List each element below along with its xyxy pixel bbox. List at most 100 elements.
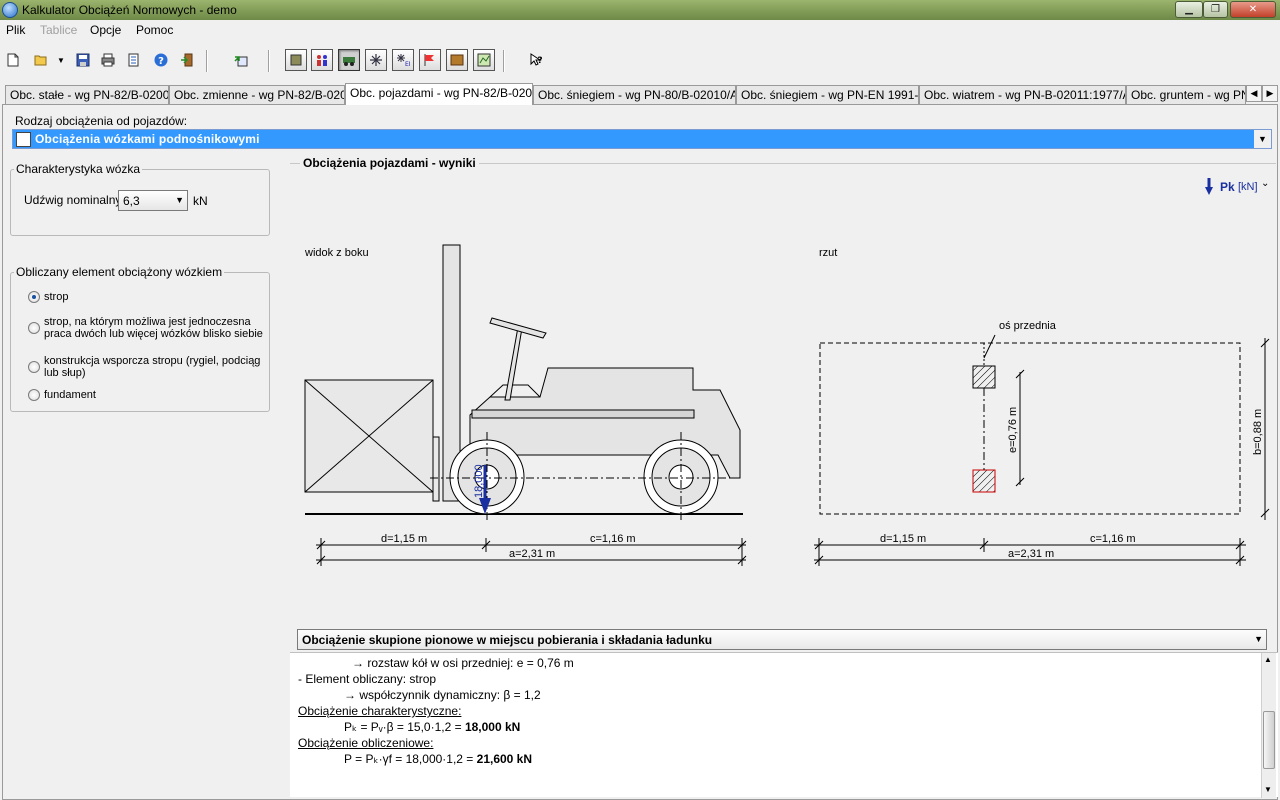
load-type-select[interactable]: Obciążenie skupione pionowe w miejscu po… [297,629,1267,650]
close-button[interactable]: ✕ [1230,1,1276,18]
radio-foundation[interactable] [28,389,40,401]
view-button-snow[interactable] [365,49,387,71]
menu-plik[interactable]: Plik [6,23,25,37]
chevron-down-icon: ▼ [175,195,184,205]
open-button[interactable] [30,49,52,71]
forklift-drawing: widok z boku rzut 18,000 d=1,15 m c=1,16… [304,244,1270,566]
scroll-thumb[interactable] [1263,711,1275,769]
plan-a-label: a=2,31 m [1008,548,1054,560]
calculation-panel[interactable]: → rozstaw kół w osi przedniej: e = 0,76 … [290,652,1278,798]
menu-pomoc[interactable]: Pomoc [136,23,173,37]
plan-b-label: b=0,88 m [1252,409,1264,455]
calc-line-dynamic-factor: → współczynnik dynamiczny: β = 1,2 [344,688,541,702]
save-button[interactable] [72,49,94,71]
plan-c-label: c=1,16 m [1090,533,1136,545]
tab-scroll-left[interactable]: ◀ [1246,85,1262,102]
window-title: Kalkulator Obciążeń Normowych - demo [22,3,237,17]
help-button[interactable]: ? [150,49,172,71]
wind-flag-icon [424,54,434,66]
people-icon [317,55,327,66]
results-title: Obciążenia pojazdami - wyniki [300,156,479,170]
scroll-up-icon[interactable]: ▲ [1264,655,1272,664]
radio-strop-multi[interactable] [28,322,40,334]
printer-icon [101,53,115,67]
layers-icon [290,54,302,66]
capacity-label: Udźwig nominalny [24,193,122,207]
snowflake-en-icon: EN [397,54,410,67]
view-button-1[interactable] [285,49,307,71]
new-button[interactable] [2,49,24,71]
calc-heading-design: Obciążenie obliczeniowe: [298,736,434,750]
vehicle-icon [343,57,355,66]
vehicle-type-select[interactable]: Obciążenia wózkami podnośnikowymi ▼ [12,129,1272,149]
new-document-icon [7,53,19,67]
toolbar-separator [206,50,208,72]
plan-view-label: rzut [819,247,837,259]
map-icon [477,53,491,67]
calc-line-design: P = Pₖ·γf = 18,000·1,2 = 21,600 kN [344,752,532,766]
radio-strop-label[interactable]: strop [44,291,68,303]
open-dropdown-icon[interactable]: ▼ [57,56,65,65]
tab-vehicle-load[interactable]: Obc. pojazdami - wg PN-82/B-02004 [345,83,533,105]
svg-text:EN: EN [405,61,410,67]
pointer-help-icon: ? [530,53,543,66]
view-button-2[interactable] [311,49,333,71]
maximize-button[interactable]: ❐ [1203,1,1228,18]
soil-icon [450,54,464,66]
context-help-button[interactable]: ? [526,49,548,71]
snowflake-icon [370,54,382,66]
tab-snow-en[interactable]: Obc. śniegiem - wg PN-EN 1991-1-3 [736,85,919,104]
scroll-down-icon[interactable]: ▼ [1264,785,1272,794]
calc-design-result: 21,600 kN [476,752,533,766]
view-button-vehicles[interactable] [338,49,360,71]
tab-snow-pn[interactable]: Obc. śniegiem - wg PN-80/B-02010/Az1 [533,85,736,104]
folder-icon [34,55,47,66]
calc-scrollbar[interactable]: ▲ ▼ [1261,653,1276,798]
radio-strop[interactable] [28,291,40,303]
app-icon [2,2,18,18]
side-c-label: c=1,16 m [590,533,636,545]
capacity-unit: kN [193,194,208,208]
chevron-down-icon: ⌄ [1261,178,1270,189]
side-a-label: a=2,31 m [509,548,555,560]
calc-heading-characteristic: Obciążenie charakterystyczne: [298,704,462,718]
preview-icon [128,53,139,67]
minimize-button[interactable]: ▁ [1175,1,1203,18]
view-button-snow-en[interactable]: EN [392,49,414,71]
tab-wind[interactable]: Obc. wiatrem - wg PN-B-02011:1977/Az1 [919,85,1126,104]
view-button-other[interactable] [473,49,495,71]
capacity-select[interactable]: 6,3 ▼ [118,190,188,211]
exit-button[interactable] [176,49,198,71]
view-button-soil[interactable] [446,49,468,71]
tab-dead-load[interactable]: Obc. stałe - wg PN-82/B-02001 [5,85,169,104]
unit-selector[interactable]: Pk [kN] ⌄ [1204,176,1274,198]
view-button-wind[interactable] [419,49,441,71]
tab-soil[interactable]: Obc. gruntem - wg PN-8 [1126,85,1246,104]
save-icon [76,53,90,67]
load-type-value: Obciążenie skupione pionowe w miejscu po… [302,633,713,647]
radio-support[interactable] [28,361,40,373]
chevron-down-icon: ▼ [1254,634,1263,644]
export-button[interactable] [230,49,252,71]
menu-opcje[interactable]: Opcje [90,23,121,37]
toolbar-separator [268,50,270,72]
capacity-value: 6,3 [123,194,140,208]
chevron-down-icon[interactable]: ▼ [1254,130,1271,148]
tab-live-load[interactable]: Obc. zmienne - wg PN-82/B-02003 [169,85,345,104]
svg-text:?: ? [158,56,164,67]
radio-support-label-2[interactable]: lub słup) [44,367,86,379]
radio-strop-multi-label-2[interactable]: praca dwóch lub więcej wózków blisko sie… [44,328,263,340]
radio-support-label-1[interactable]: konstrukcja wsporcza stropu (rygiel, pod… [44,355,260,367]
menu-tablice[interactable]: Tablice [40,23,77,37]
radio-foundation-label[interactable]: fundament [44,389,96,401]
menu-bar: Plik Tablice Opcje Pomoc [0,20,1280,40]
unit-symbol: Pk [1220,180,1235,194]
radio-strop-multi-label-1[interactable]: strop, na którym możliwa jest jednoczesn… [44,316,251,328]
element-group-title: Obliczany element obciążony wózkiem [14,265,225,279]
side-d-label: d=1,15 m [381,533,427,545]
preview-button[interactable] [123,49,145,71]
toolbar-separator [503,50,505,72]
export-arrow-icon [234,56,248,67]
print-button[interactable] [97,49,119,71]
tab-scroll-right[interactable]: ▶ [1262,85,1278,102]
